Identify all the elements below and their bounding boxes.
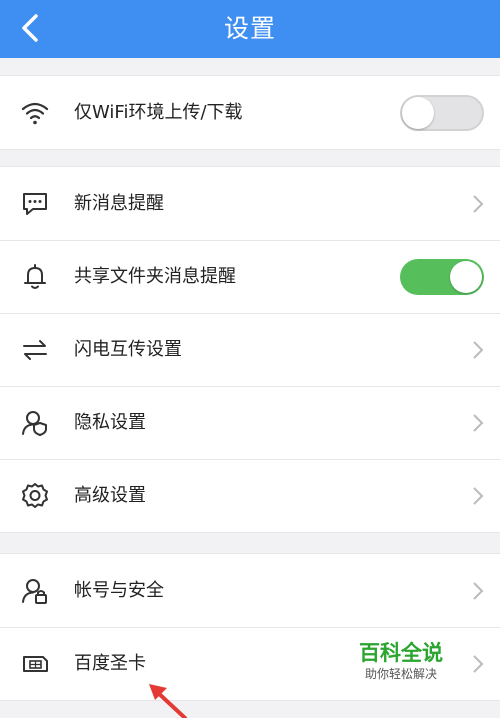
wifi-icon	[21, 102, 49, 125]
settings-row-label: 帐号与安全	[74, 580, 164, 601]
chevron-right-icon	[473, 655, 484, 673]
wifi-only-toggle[interactable]	[400, 95, 484, 131]
settings-section-network: 仅WiFi环境上传/下载	[0, 75, 500, 150]
chevron-right-icon	[473, 582, 484, 600]
settings-row-label: 闪电互传设置	[74, 339, 182, 360]
watermark-logo: 百科全说 助你轻松解决	[346, 640, 456, 690]
settings-row-shared-folder[interactable]: 共享文件夹消息提醒	[0, 240, 500, 313]
sim-card-icon	[23, 656, 48, 672]
settings-row-privacy[interactable]: 隐私设置	[0, 386, 500, 459]
settings-row-lightning-transfer[interactable]: 闪电互传设置	[0, 313, 500, 386]
gear-icon	[22, 483, 48, 508]
settings-row-label: 仅WiFi环境上传/下载	[74, 102, 243, 123]
header-bar: 设置	[0, 0, 500, 58]
settings-section-notifications: 新消息提醒 共享文件夹消息提醒 闪电互传设置 隐私设置 高级设置	[0, 166, 500, 533]
chevron-right-icon	[473, 414, 484, 432]
privacy-icon	[22, 411, 47, 436]
watermark-sub-text: 助你轻松解决	[364, 667, 437, 681]
settings-row-label: 百度圣卡	[74, 653, 146, 674]
settings-row-label: 高级设置	[74, 485, 146, 506]
chevron-right-icon	[473, 341, 484, 359]
settings-row-wifi-only[interactable]: 仅WiFi环境上传/下载	[0, 76, 500, 149]
settings-row-account-security[interactable]: 帐号与安全	[0, 554, 500, 627]
settings-row-label: 隐私设置	[74, 412, 146, 433]
toggle-knob	[402, 97, 434, 129]
settings-row-advanced[interactable]: 高级设置	[0, 459, 500, 532]
settings-row-label: 新消息提醒	[74, 193, 164, 214]
account-lock-icon	[22, 579, 47, 604]
transfer-icon	[23, 340, 47, 360]
message-icon	[23, 193, 47, 215]
chevron-right-icon	[473, 487, 484, 505]
watermark-main-text: 百科全说	[359, 641, 443, 665]
shared-folder-toggle[interactable]	[400, 259, 484, 295]
chevron-right-icon	[473, 195, 484, 213]
page-title: 设置	[223, 14, 276, 43]
settings-row-label: 共享文件夹消息提醒	[74, 266, 236, 287]
toggle-knob	[450, 261, 482, 293]
red-arrow-icon	[149, 684, 187, 718]
bell-icon	[24, 264, 46, 289]
settings-row-new-message[interactable]: 新消息提醒	[0, 167, 500, 240]
